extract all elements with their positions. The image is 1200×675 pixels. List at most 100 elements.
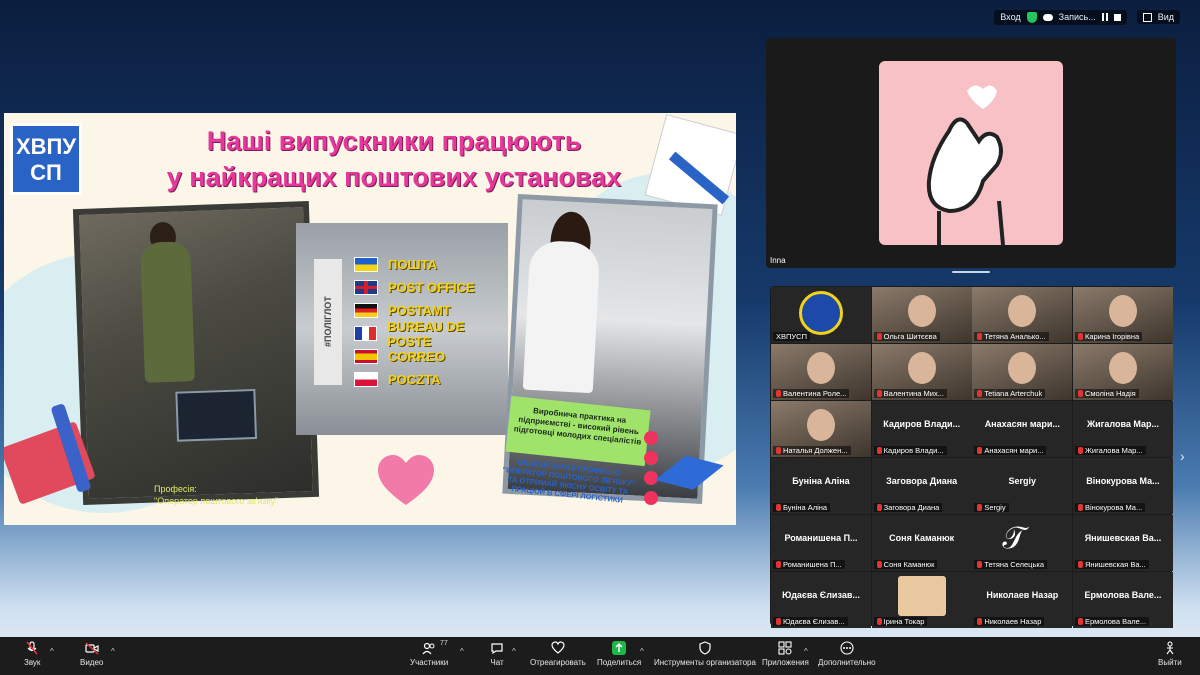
panel-resize-handle[interactable] <box>952 271 990 273</box>
post-words-list: ПОШТА POST OFFICE POSTAMT BUREAU DE POST… <box>354 253 508 391</box>
mic-muted-icon <box>1077 447 1083 454</box>
participant-tile[interactable]: Анахасян мари... Анахасян мари... <box>972 401 1073 457</box>
enter-label[interactable]: Вход <box>1000 12 1020 22</box>
post-word-row: ПОШТА <box>354 253 508 276</box>
post-word: POSTAMT <box>388 303 451 318</box>
participant-tile[interactable]: Романишена П... Романишена П... <box>771 515 871 571</box>
participant-tile[interactable]: Кадиров Влади... Кадиров Влади... <box>871 401 972 457</box>
photo-operator-at-desk <box>72 200 320 506</box>
post-word-row: POCZTA <box>354 368 508 391</box>
spain-flag-icon <box>354 349 378 364</box>
participant-name-text: Кадиров Влади... <box>883 446 944 455</box>
finger-heart-image <box>879 61 1063 246</box>
apps-options-chevron-icon[interactable]: ^ <box>804 647 808 656</box>
participant-name-text: Смоліна Надія <box>1084 389 1136 398</box>
participant-tile[interactable]: Буніна Аліна Буніна Аліна <box>771 458 871 514</box>
participant-name-text: Вінокурова Ма... <box>1084 503 1143 512</box>
participant-name-label: Тетяна Селецька <box>974 560 1047 569</box>
video-button[interactable]: Видео <box>80 641 103 667</box>
participants-options-chevron-icon[interactable]: ^ <box>460 647 464 656</box>
share-button[interactable]: Поделиться <box>597 641 641 667</box>
ukraine-flag-icon <box>354 257 378 272</box>
participant-display-name: Sergiy <box>1008 476 1037 486</box>
participant-tile[interactable]: Соня Каманюк Соня Каманюк <box>871 515 972 571</box>
participant-tile[interactable]: 𝒯 Тетяна Селецька <box>972 515 1073 571</box>
mic-muted-icon <box>876 447 882 454</box>
mic-muted-icon <box>776 390 781 397</box>
participant-name-label: Жигалова Мар... <box>1074 446 1146 455</box>
view-button[interactable]: Вид <box>1136 10 1180 24</box>
stop-recording-icon[interactable] <box>1113 13 1121 21</box>
germany-flag-icon <box>354 303 378 318</box>
more-label: Дополнительно <box>818 658 876 667</box>
participant-display-name: Юдаєва Єлизав... <box>782 590 860 600</box>
chat-button[interactable]: Чат <box>490 641 504 667</box>
audio-button[interactable]: Звук <box>24 641 40 667</box>
record-label[interactable]: Запись... <box>1059 12 1096 22</box>
leave-button[interactable]: Выйти <box>1158 641 1182 667</box>
participant-name-text: Tetiana Arterchuk <box>984 389 1043 398</box>
participant-tile[interactable]: Тетяна Аналько... <box>972 287 1073 343</box>
participant-video-face <box>1008 352 1037 384</box>
react-button[interactable]: Отреагировать <box>530 641 586 667</box>
participant-tile[interactable]: Ермолова Вале... Ермолова Вале... <box>1072 572 1173 628</box>
audio-options-chevron-icon[interactable]: ^ <box>50 647 54 656</box>
chat-options-chevron-icon[interactable]: ^ <box>512 647 516 656</box>
share-options-chevron-icon[interactable]: ^ <box>640 647 644 656</box>
participant-tile[interactable]: Карина Ігорівна <box>1072 287 1173 343</box>
participant-name-label: Янишевская Ва... <box>1074 560 1149 569</box>
participant-video-face <box>907 295 936 327</box>
next-page-arrow-icon[interactable]: › <box>1180 448 1185 464</box>
participant-tile[interactable]: ХВПУСП <box>771 287 871 343</box>
apps-button[interactable]: Приложения <box>762 641 809 667</box>
participant-tile[interactable]: Ірина Токар <box>871 572 972 628</box>
participant-name-text: Валентина Мих... <box>883 389 944 398</box>
mic-muted-icon <box>1077 504 1083 511</box>
host-tools-button[interactable]: Инструменты организатора <box>654 641 756 667</box>
participant-name-label: Кадиров Влади... <box>873 446 947 455</box>
mic-muted-icon <box>876 618 882 625</box>
participant-display-name: Анахасян мари... <box>984 419 1060 429</box>
participant-display-name: Николаев Назар <box>986 590 1059 600</box>
video-options-chevron-icon[interactable]: ^ <box>111 647 115 656</box>
participant-name-label: Смоліна Надія <box>1074 389 1139 398</box>
participant-tile[interactable]: Николаев Назар Николаев Назар <box>972 572 1073 628</box>
post-word: BUREAU DE POSTE <box>387 318 465 349</box>
participant-tile[interactable]: Смоліна Надія <box>1072 344 1173 400</box>
participant-name-text: Ірина Токар <box>883 617 925 626</box>
participant-tile[interactable]: Наталья Должен... <box>771 401 871 457</box>
participant-tile[interactable]: Жигалова Мар... Жигалова Мар... <box>1072 401 1173 457</box>
host-tools-label: Инструменты организатора <box>654 658 756 667</box>
participant-video-face <box>1008 295 1037 327</box>
participant-name-text: Карина Ігорівна <box>1084 332 1140 341</box>
participant-tile[interactable]: Ольга Шитєєва <box>871 287 972 343</box>
participant-display-name: Заговора Диана <box>886 476 958 486</box>
post-word-row: POST OFFICE <box>354 276 508 299</box>
participant-name-text: ХВПУСП <box>776 332 807 341</box>
mic-muted-icon <box>977 390 983 397</box>
mic-muted-icon <box>1077 333 1083 340</box>
participant-tile[interactable]: Валентина Мих... <box>871 344 972 400</box>
participant-display-name: Романишена П... <box>784 533 858 543</box>
mic-muted-icon <box>776 504 781 511</box>
participant-tile[interactable]: Вінокурова Ма... Вінокурова Ма... <box>1072 458 1173 514</box>
participant-name-label: ХВПУСП <box>773 332 810 341</box>
like-heart-icon <box>644 471 658 485</box>
participant-tile[interactable]: Sergiy Sergiy <box>972 458 1073 514</box>
active-speaker-video[interactable]: Inna <box>766 38 1176 268</box>
participant-tile[interactable]: Валентина Роле... <box>771 344 871 400</box>
more-button[interactable]: Дополнительно <box>818 641 876 667</box>
mic-muted-icon <box>1077 390 1083 397</box>
participant-tile[interactable]: Янишевская Ва... Янишевская Ва... <box>1072 515 1173 571</box>
camera-off-icon <box>85 641 99 655</box>
participant-tile[interactable]: Tetiana Arterchuk <box>972 344 1073 400</box>
speaker-name: Inna <box>770 256 786 265</box>
mic-muted-icon <box>776 618 781 625</box>
participant-tile[interactable]: Юдаєва Єлизав... Юдаєва Єлизав... <box>771 572 871 628</box>
chat-label: Чат <box>490 658 504 667</box>
pause-recording-icon[interactable] <box>1101 13 1108 21</box>
participant-tile[interactable]: Заговора Диана Заговора Диана <box>871 458 972 514</box>
shield-icon[interactable] <box>1026 11 1037 23</box>
participant-name-label: Tetiana Arterchuk <box>974 389 1046 398</box>
hashtag-label: #ПОЛІГЛОТ <box>314 259 342 385</box>
